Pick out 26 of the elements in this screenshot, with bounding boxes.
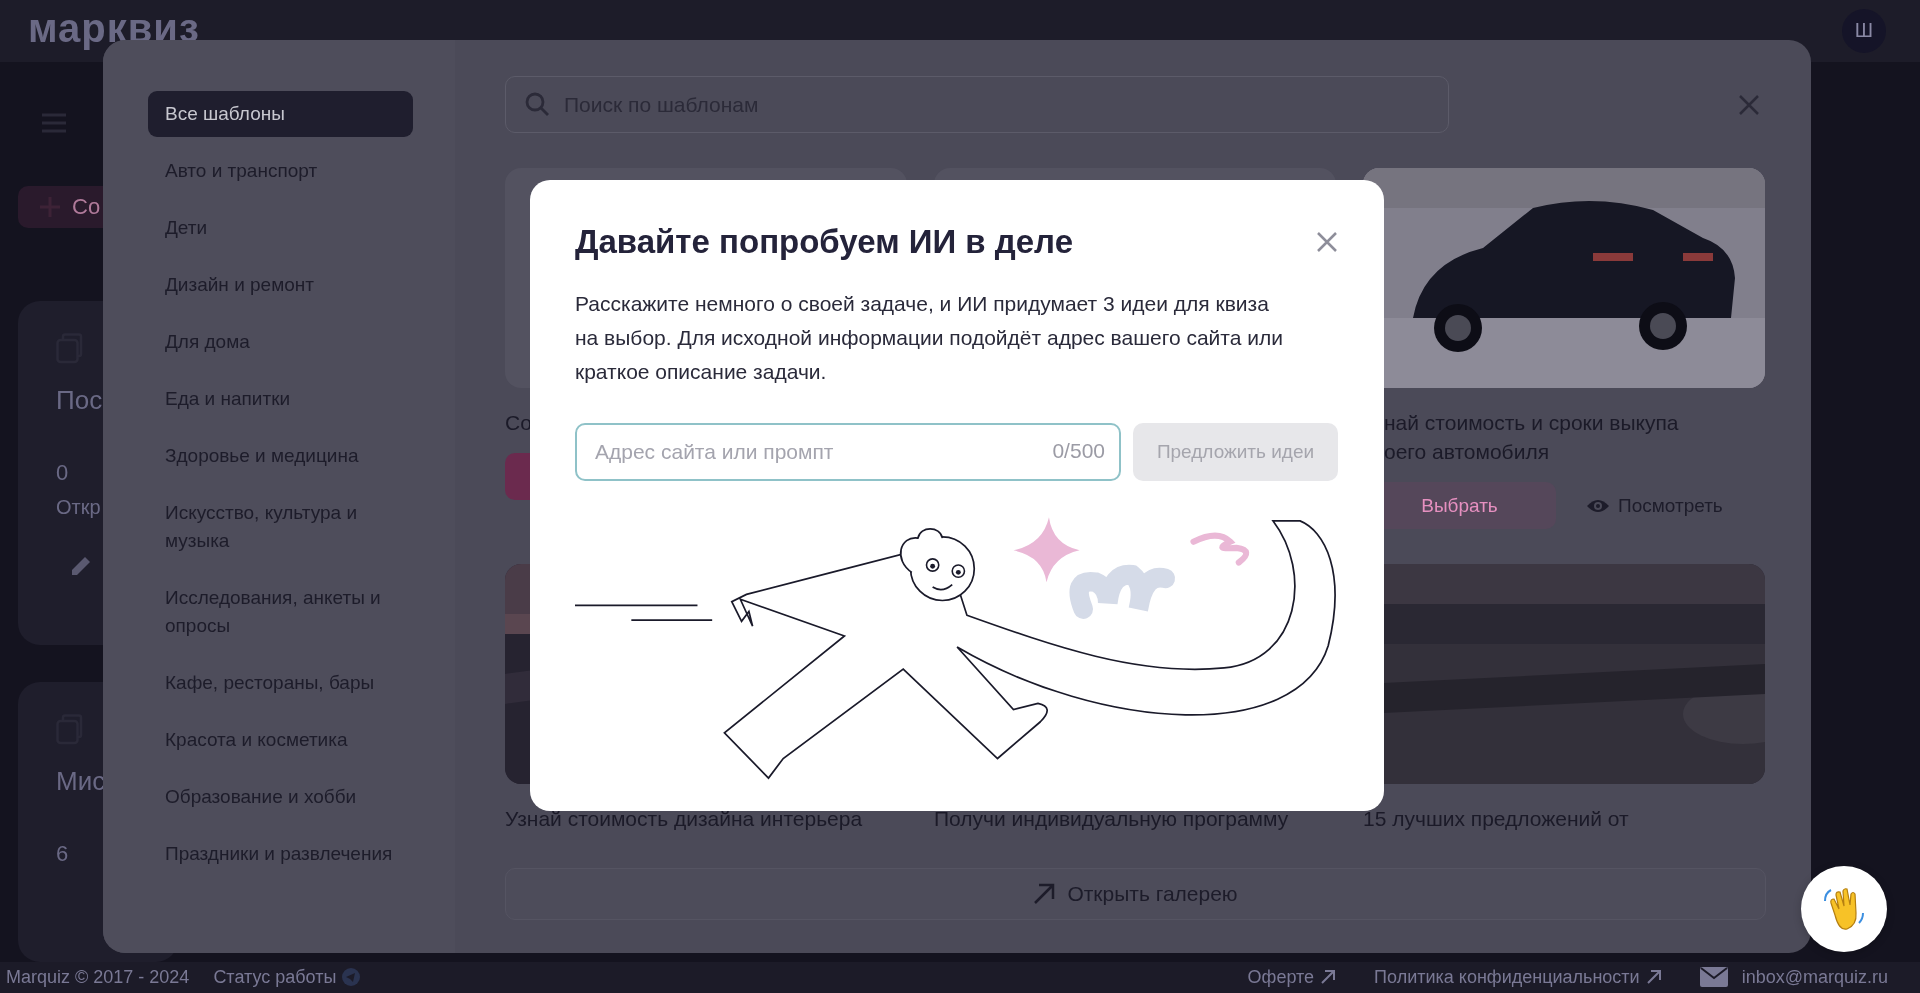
close-icon[interactable] — [1738, 93, 1760, 116]
arrow-icon — [1320, 969, 1337, 986]
close-icon[interactable] — [1316, 231, 1338, 253]
character-counter: 0/500 — [1052, 439, 1105, 463]
email-link[interactable]: inbox@marquiz.ru — [1741, 966, 1888, 988]
status-link[interactable]: Статус работы — [213, 966, 361, 988]
mail-icon — [1699, 967, 1728, 988]
plane-icon — [342, 968, 361, 987]
copyright-text: Marquiz © 2017 - 2024 — [6, 966, 190, 988]
arrow-icon — [1645, 969, 1662, 986]
quiz-title: Пос — [56, 384, 103, 416]
arrow-icon — [1033, 883, 1056, 905]
category-item[interactable]: Все шаблоны — [148, 91, 413, 137]
footer-link[interactable]: Политика конфиденциальности — [1374, 966, 1662, 988]
search-icon — [525, 92, 549, 116]
pencil-icon[interactable] — [70, 554, 92, 577]
user-avatar[interactable]: Ш — [1842, 8, 1886, 53]
menu-icon[interactable] — [40, 111, 68, 134]
dialog-title: Давайте попробуем ИИ в деле — [575, 222, 1073, 262]
dialog-description: Расскажите немного о своей задаче, и ИИ придумает 3 идеи для квиза на выбор. Для исходной информации подойдёт адрес вашего сайта или краткое описание задачи. — [575, 291, 1284, 385]
waving-hand-icon — [1822, 885, 1866, 933]
stat-label: Откр — [56, 495, 101, 519]
footer-link[interactable]: Оферте — [1247, 966, 1337, 988]
quiz-title: Мис — [56, 765, 106, 797]
stat-value: 0 — [56, 459, 69, 486]
stat-value: 6 — [56, 840, 69, 867]
